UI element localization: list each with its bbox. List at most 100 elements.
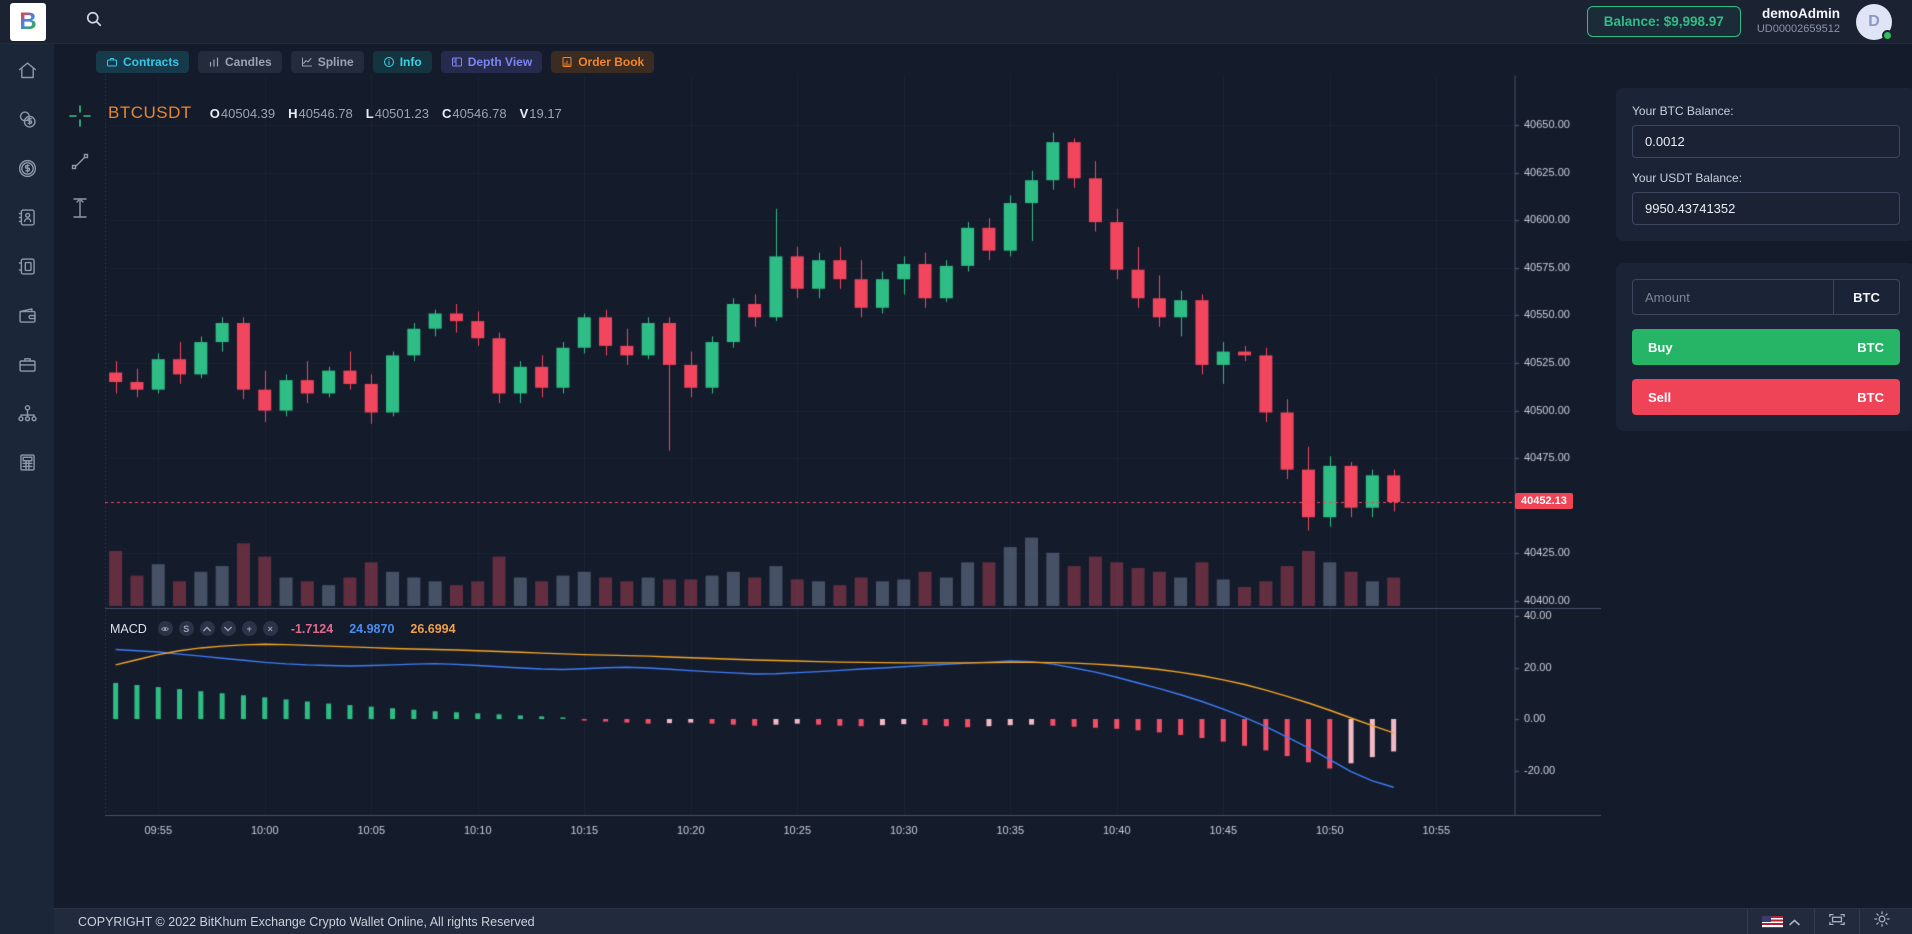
theme-toggle[interactable] [1860, 909, 1904, 934]
chevron-up-icon[interactable] [200, 621, 215, 636]
sidebar-item-address-book[interactable] [16, 209, 38, 231]
btc-balance-field[interactable] [1632, 125, 1900, 158]
sidebar-item-sitemap[interactable] [16, 405, 38, 427]
user-id: UD00002659512 [1757, 23, 1840, 37]
tab-label: Candles [225, 55, 272, 69]
home-icon [17, 60, 38, 86]
sell-label: Sell [1648, 390, 1671, 405]
ohlc-v: V19.17 [520, 106, 562, 121]
us-flag-icon [1762, 916, 1783, 928]
eye-icon[interactable] [158, 621, 173, 636]
trend-line-tool[interactable] [69, 151, 91, 173]
usdt-balance-label: Your USDT Balance: [1632, 171, 1900, 185]
buy-button[interactable]: Buy BTC [1632, 329, 1900, 365]
info-icon [383, 56, 395, 68]
user-block: demoAdmin UD00002659512 [1757, 6, 1840, 37]
symbol-name: BTCUSDT [108, 103, 192, 123]
tab-label: Depth View [468, 55, 532, 69]
line-chart-icon [301, 56, 313, 68]
balance-badge[interactable]: Balance: $9,998.97 [1587, 6, 1741, 37]
amount-unit: BTC [1833, 280, 1899, 314]
sitemap-icon [17, 403, 38, 429]
tab-label: Info [400, 55, 422, 69]
topbar: B Balance: $9,998.97 demoAdmin UD0000265… [0, 0, 1912, 44]
current-price-tag: 40452.13 [1515, 493, 1573, 509]
text-tool[interactable] [69, 197, 91, 219]
price-chart-canvas[interactable] [105, 75, 1601, 845]
username: demoAdmin [1757, 6, 1840, 23]
address-book-icon [17, 207, 38, 233]
wallet-icon [17, 305, 38, 331]
briefcase-icon [106, 56, 118, 68]
plus-icon[interactable]: + [242, 621, 257, 636]
footer-icons [1747, 909, 1904, 934]
app-logo[interactable]: B [10, 3, 46, 41]
sidebar-item-dollar-coin[interactable] [16, 160, 38, 182]
journal-icon [17, 256, 38, 282]
crosshair-tool[interactable] [69, 105, 91, 127]
briefcase-icon [17, 354, 38, 380]
amount-row: BTC [1632, 279, 1900, 315]
tab-info[interactable]: Info [373, 51, 432, 73]
tab-depth-view[interactable]: Depth View [441, 51, 542, 73]
tab-contracts[interactable]: Contracts [96, 51, 189, 73]
tab-label: Contracts [123, 55, 179, 69]
tab-label: Spline [318, 55, 354, 69]
fullscreen-icon [1829, 913, 1845, 931]
balances-card: Your BTC Balance: Your USDT Balance: [1616, 88, 1912, 241]
sidebar-item-briefcase[interactable] [16, 356, 38, 378]
sidebar-item-coins[interactable] [16, 111, 38, 133]
amount-input[interactable] [1633, 280, 1833, 314]
tab-order-book[interactable]: Order Book [551, 51, 654, 73]
logo-letter: B [19, 8, 36, 36]
macd-label: MACD [110, 622, 147, 636]
chevron-down-icon[interactable] [221, 621, 236, 636]
drawing-tools [60, 105, 100, 219]
sell-unit: BTC [1857, 390, 1884, 405]
macd-buttons: S + × [158, 621, 278, 636]
fullscreen-button[interactable] [1815, 909, 1859, 934]
symbol-header: BTCUSDT O40504.39H40546.78L40501.23C4054… [108, 103, 562, 123]
language-selector[interactable] [1748, 909, 1814, 934]
ohlc-o: O40504.39 [210, 106, 275, 121]
sidebar-item-home[interactable] [16, 62, 38, 84]
btc-balance-label: Your BTC Balance: [1632, 104, 1900, 118]
buy-label: Buy [1648, 340, 1673, 355]
bar-chart-icon [208, 56, 220, 68]
trade-panel: Your BTC Balance: Your USDT Balance: BTC [1616, 44, 1912, 908]
usdt-balance-field[interactable] [1632, 192, 1900, 225]
copyright-text: COPYRIGHT © 2022 BitKhum Exchange Crypto… [78, 915, 535, 929]
macd-header: MACD S + × -1.7124 24.9870 26.6994 [110, 621, 456, 636]
macd-value-2: 26.6994 [410, 622, 455, 636]
sidebar-item-journal[interactable] [16, 258, 38, 280]
close-icon[interactable]: × [263, 621, 278, 636]
sell-button[interactable]: Sell BTC [1632, 379, 1900, 415]
sidebar-item-wallet[interactable] [16, 307, 38, 329]
order-book-icon [561, 56, 573, 68]
buy-unit: BTC [1857, 340, 1884, 355]
settings-s-icon[interactable]: S [179, 621, 194, 636]
chart-box: BTCUSDT O40504.39H40546.78L40501.23C4054… [60, 75, 1608, 857]
order-card: BTC Buy BTC Sell BTC [1616, 263, 1912, 431]
ohlcv-values: O40504.39H40546.78L40501.23C40546.78V19.… [210, 106, 562, 121]
ohlc-c: C40546.78 [442, 106, 507, 121]
macd-value-1: 24.9870 [349, 622, 394, 636]
online-status-dot [1882, 30, 1893, 41]
footer: COPYRIGHT © 2022 BitKhum Exchange Crypto… [54, 908, 1912, 934]
depth-icon [451, 56, 463, 68]
calculator-icon [17, 452, 38, 478]
tab-label: Order Book [578, 55, 644, 69]
search-button[interactable] [84, 9, 104, 34]
ohlc-l: L40501.23 [366, 106, 429, 121]
chart-tabs: Contracts Candles Spline Info Depth View Orde… [96, 51, 654, 73]
tab-spline[interactable]: Spline [291, 51, 364, 73]
coins-icon [17, 109, 38, 135]
sidebar-item-calculator[interactable] [16, 454, 38, 476]
sun-icon [1874, 911, 1890, 932]
macd-value-0: -1.7124 [291, 622, 333, 636]
chevron-up-icon [1789, 913, 1800, 931]
tab-candles[interactable]: Candles [198, 51, 282, 73]
dollar-coin-icon [17, 158, 38, 184]
chart-section: Contracts Candles Spline Info Depth View Orde… [54, 44, 1616, 908]
search-icon [84, 9, 104, 34]
